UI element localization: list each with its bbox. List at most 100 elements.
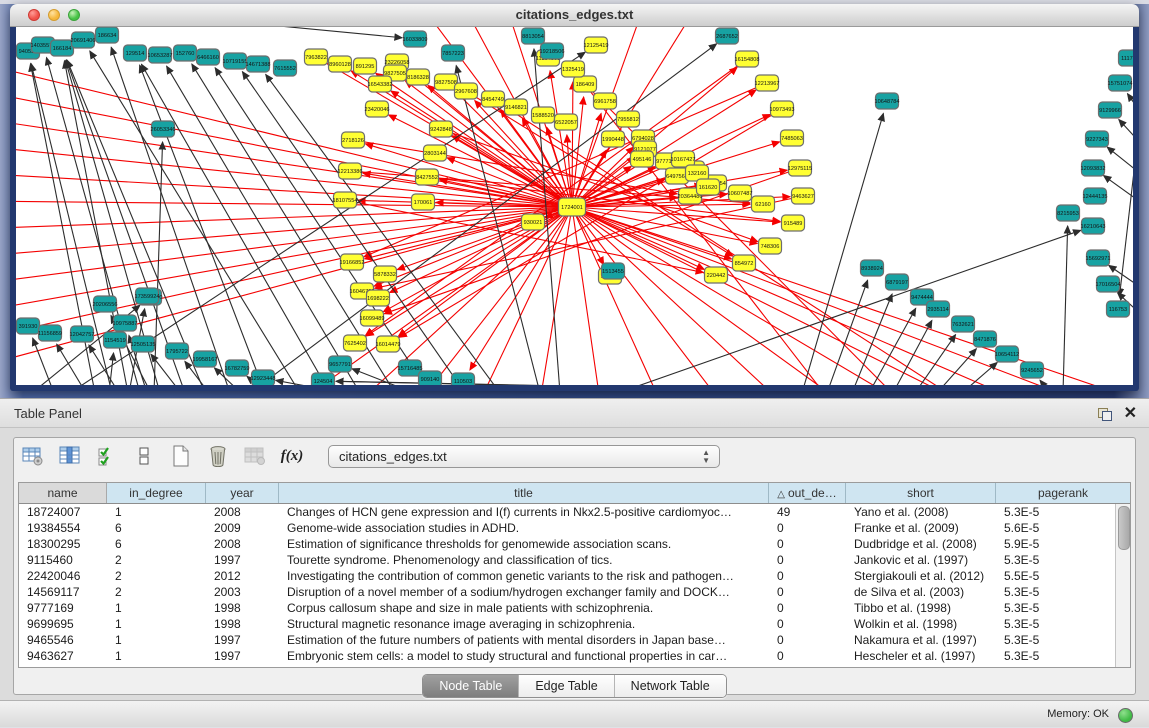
yellow-node[interactable]: 186409 — [574, 76, 597, 92]
table-mode-icon[interactable] — [22, 445, 44, 467]
teal-node[interactable]: 19958167 — [193, 351, 218, 367]
yellow-node[interactable]: 6961758 — [594, 93, 617, 109]
float-window-icon[interactable] — [1098, 408, 1112, 421]
new-column-icon[interactable] — [170, 445, 192, 467]
scrollbar-thumb[interactable] — [1118, 506, 1130, 550]
table-selector-dropdown[interactable]: citations_edges.txt ▲▼ — [328, 445, 720, 468]
teal-node[interactable]: 6879197 — [886, 274, 909, 290]
teal-node[interactable]: 8215953 — [1057, 205, 1080, 221]
yellow-node[interactable]: 10607487 — [728, 185, 753, 201]
yellow-node[interactable]: 8960128 — [329, 56, 352, 72]
teal-node[interactable]: 12042757 — [70, 326, 95, 342]
yellow-node[interactable]: 915489 — [782, 215, 805, 231]
yellow-node[interactable]: 854972 — [733, 255, 756, 271]
yellow-node[interactable]: 2803144 — [424, 145, 447, 161]
yellow-node[interactable]: 62160 — [752, 196, 775, 212]
column-header-pagerank[interactable]: pagerank — [996, 483, 1130, 503]
yellow-node[interactable]: 12125419 — [584, 37, 609, 53]
teal-node[interactable]: 10719155 — [223, 53, 248, 69]
teal-node[interactable]: 7615552 — [274, 60, 297, 76]
teal-node[interactable]: 9245652 — [1021, 362, 1044, 378]
attribute-select-icon[interactable] — [96, 445, 118, 467]
teal-node[interactable]: 12923448 — [251, 370, 276, 385]
yellow-node[interactable]: 23420046 — [365, 101, 390, 117]
teal-node[interactable]: 11156859 — [38, 325, 62, 341]
network-window-titlebar[interactable]: citations_edges.txt — [10, 4, 1139, 27]
teal-node[interactable]: 20691406 — [71, 32, 96, 48]
yellow-node[interactable]: 9242848 — [430, 121, 453, 137]
table-row[interactable]: 1456911722003Disruption of a novel membe… — [19, 584, 1115, 600]
yellow-node[interactable]: 12975115 — [788, 160, 812, 176]
teal-node[interactable]: 111731 — [1119, 50, 1134, 66]
teal-node[interactable]: 186634 — [96, 27, 119, 43]
yellow-node[interactable]: 170061 — [412, 194, 435, 210]
teal-node[interactable]: 12444135 — [1083, 188, 1108, 204]
hub-node[interactable]: 1724001 — [559, 198, 586, 216]
yellow-node[interactable]: 891295 — [354, 58, 377, 74]
teal-node[interactable]: 124504 — [312, 373, 335, 385]
teal-node[interactable]: 10975887 — [113, 315, 138, 331]
yellow-node[interactable]: 7485063 — [781, 130, 804, 146]
table-row[interactable]: 977716911998Corpus callosum shape and si… — [19, 600, 1115, 616]
yellow-node[interactable]: 161620 — [697, 179, 720, 195]
teal-node[interactable]: 16210643 — [1081, 218, 1106, 234]
teal-node[interactable]: 16782759 — [225, 360, 250, 376]
teal-node[interactable]: 116753 — [1107, 301, 1130, 317]
yellow-node[interactable]: 2967608 — [455, 83, 478, 99]
teal-node[interactable]: 14671388 — [246, 56, 271, 72]
teal-node[interactable]: 7632621 — [952, 316, 975, 332]
tab-edge-table[interactable]: Edge Table — [518, 675, 613, 697]
column-header-out_de[interactable]: △out_de… — [769, 483, 846, 503]
teal-node[interactable]: 110503 — [452, 373, 475, 385]
table-row[interactable]: 911546021997Tourette syndrome. Phenomeno… — [19, 552, 1115, 568]
yellow-node[interactable]: 19166852 — [340, 254, 365, 270]
teal-node[interactable]: 391930 — [17, 318, 40, 334]
yellow-node[interactable]: 1588520 — [532, 107, 555, 123]
teal-node[interactable]: 8938924 — [861, 260, 884, 276]
yellow-node[interactable]: 18107554 — [333, 192, 358, 208]
teal-node[interactable]: 6466160 — [197, 49, 220, 65]
yellow-node[interactable]: 1698222 — [367, 290, 390, 306]
network-canvas[interactable]: 1724001796382289601288912952322605898275… — [16, 27, 1133, 385]
yellow-node[interactable]: 748306 — [759, 238, 782, 254]
teal-node[interactable]: 17016504 — [1096, 276, 1121, 292]
teal-node[interactable]: 12505135 — [131, 336, 156, 352]
teal-node[interactable]: 7857223 — [442, 45, 465, 61]
yellow-node[interactable]: 495146 — [631, 151, 654, 167]
network-graph[interactable]: 1724001796382289601288912952322605898275… — [16, 27, 1133, 385]
column-header-year[interactable]: year — [206, 483, 279, 503]
table-row[interactable]: 946362711997Embryonic stem cells: a mode… — [19, 648, 1115, 664]
yellow-node[interactable]: 8454749 — [482, 91, 505, 107]
yellow-node[interactable]: 1325419 — [562, 61, 585, 77]
tab-node-table[interactable]: Node Table — [423, 675, 518, 697]
import-table-icon[interactable] — [244, 445, 266, 467]
column-header-name[interactable]: name — [19, 483, 107, 503]
yellow-node[interactable]: 7963822 — [305, 49, 328, 65]
teal-node[interactable]: 1154519 — [104, 332, 127, 348]
teal-node[interactable]: 16033809 — [403, 31, 428, 47]
yellow-node[interactable]: 12213386 — [338, 163, 363, 179]
yellow-node[interactable]: 10973493 — [770, 101, 795, 117]
teal-node[interactable]: 17359924 — [135, 288, 160, 304]
close-icon[interactable]: ✕ — [1124, 407, 1137, 421]
yellow-node[interactable]: 8186328 — [407, 69, 430, 85]
teal-node[interactable]: 9129966 — [1099, 102, 1122, 118]
yellow-node[interactable]: 930021 — [522, 214, 545, 230]
table-row[interactable]: 2242004622012Investigating the contribut… — [19, 568, 1115, 584]
teal-node[interactable]: 8813054 — [522, 28, 545, 44]
teal-node[interactable]: 9227343 — [1086, 131, 1109, 147]
yellow-node[interactable]: 16014479 — [376, 336, 401, 352]
yellow-node[interactable]: 16543382 — [368, 76, 393, 92]
table-row[interactable]: 1938455462009Genome-wide association stu… — [19, 520, 1115, 536]
teal-node[interactable]: 10654112 — [995, 346, 1019, 362]
teal-node[interactable]: 909140 — [419, 371, 442, 385]
teal-node[interactable]: 152760 — [174, 45, 197, 61]
teal-node[interactable]: 129514 — [124, 45, 147, 61]
table-row[interactable]: 1872400712008Changes of HCN gene express… — [19, 504, 1115, 520]
column-header-title[interactable]: title — [279, 483, 769, 503]
yellow-node[interactable]: 9146821 — [505, 99, 528, 115]
vertical-scrollbar[interactable] — [1115, 504, 1130, 667]
column-header-short[interactable]: short — [846, 483, 996, 503]
yellow-node[interactable]: 12213967 — [755, 75, 780, 91]
teal-node[interactable]: 26053346 — [151, 121, 176, 137]
